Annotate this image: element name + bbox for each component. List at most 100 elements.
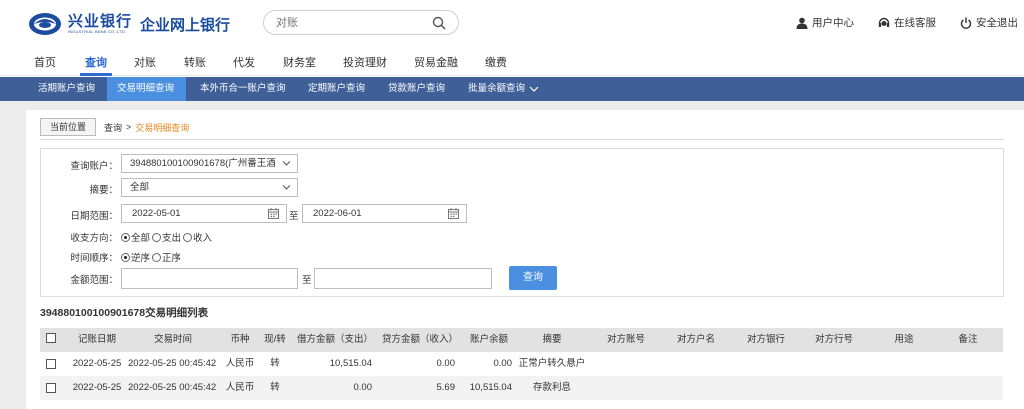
main-nav: 首页 查询 对账 转账 代发 财务室 投资理财 贸易金融 缴费 [0, 46, 1024, 76]
col-counter-bank-code: 对方行号 [814, 334, 853, 345]
col-cash-transfer: 现/转 [264, 334, 286, 345]
chevron-down-icon [529, 86, 539, 92]
cell-debit: 10,515.04 [329, 358, 372, 369]
cell-type: 转 [270, 382, 280, 393]
radio-button[interactable] [152, 252, 162, 262]
breadcrumb-divider [40, 139, 1004, 140]
cell-time: 2022-05-25 00:45:42 [128, 382, 217, 393]
calendar-icon[interactable] [268, 208, 279, 219]
date-from-value: 2022-05-01 [132, 208, 181, 219]
direction-option-expense[interactable]: 支出 [152, 230, 181, 244]
col-counter-name: 对方户名 [676, 334, 715, 345]
col-transaction-time: 交易时间 [153, 334, 192, 345]
nav-finance-office[interactable]: 财务室 [283, 54, 316, 70]
direction-option-all[interactable]: 全部 [121, 230, 150, 244]
breadcrumb: 当前位置 查询 > 交易明细查询 [40, 117, 189, 137]
cell-time: 2022-05-25 00:45:42 [128, 358, 217, 369]
direction-option-all-label: 全部 [131, 233, 151, 244]
order-option-asc[interactable]: 正序 [152, 250, 181, 264]
direction-option-income[interactable]: 收入 [183, 230, 212, 244]
cell-currency: 人民币 [225, 358, 255, 369]
amount-from-input[interactable] [121, 268, 298, 289]
nav-active-underline [80, 73, 112, 76]
logo-en-name: INDUSTRIAL BANK CO.,LTD. [68, 29, 127, 34]
table-title: 394880100100901678交易明细列表 [40, 307, 209, 319]
table-row[interactable]: 2022-05-25 2022-05-25 00:45:42 人民币 转 0.0… [40, 376, 1003, 400]
user-icon [796, 17, 808, 29]
amount-to-input[interactable] [314, 268, 492, 289]
logo-text: 兴业银行 INDUSTRIAL BANK CO.,LTD. [68, 14, 132, 34]
nav-home[interactable]: 首页 [34, 54, 56, 70]
chevron-down-icon [282, 185, 291, 190]
nav-reconcile[interactable]: 对账 [134, 54, 156, 70]
subnav-multi-currency[interactable]: 本外币合一账户查询 [190, 77, 296, 101]
cell-credit: 5.69 [436, 382, 456, 393]
breadcrumb-level2: 交易明细查询 [135, 122, 190, 133]
radio-button[interactable] [121, 232, 130, 242]
select-all-checkbox[interactable] [46, 333, 56, 343]
subnav-current-account[interactable]: 活期账户查询 [28, 77, 105, 101]
summary-value: 全部 [130, 182, 150, 193]
account-select[interactable]: 394880100100901678(广州番王酒 [121, 154, 298, 173]
query-button[interactable]: 查询 [509, 266, 557, 290]
direction-label: 收支方向： [70, 233, 118, 244]
summary-label: 摘要： [89, 185, 118, 196]
col-counter-bank: 对方银行 [746, 334, 785, 345]
cell-balance: 10,515.04 [469, 382, 512, 393]
cell-debit: 0.00 [353, 382, 373, 393]
portal-title: 企业网上银行 [140, 16, 231, 34]
summary-select[interactable]: 全部 [121, 178, 298, 197]
col-credit: 贷方金额（收入） [381, 334, 458, 345]
order-option-desc-label: 逆序 [131, 253, 151, 264]
breadcrumb-level1[interactable]: 查询 [104, 121, 122, 134]
nav-payment[interactable]: 缴费 [485, 54, 507, 70]
date-to-input[interactable]: 2022-06-01 [302, 204, 467, 223]
subnav-transaction-detail[interactable]: 交易明细查询 [107, 77, 186, 101]
cell-credit: 0.00 [436, 358, 456, 369]
radio-button[interactable] [183, 232, 193, 242]
calendar-icon[interactable] [448, 208, 459, 219]
table-row[interactable]: 2022-05-25 2022-05-25 00:45:42 人民币 转 10,… [40, 352, 1003, 376]
col-currency: 币种 [230, 334, 250, 345]
row-checkbox[interactable] [46, 359, 56, 369]
cell-summary: 存款利息 [532, 382, 571, 393]
nav-query[interactable]: 查询 [85, 54, 107, 70]
cell-summary: 正常户转久悬户 [518, 358, 586, 369]
order-option-desc[interactable]: 逆序 [121, 250, 150, 264]
nav-transfer[interactable]: 转账 [184, 54, 206, 70]
cell-currency: 人民币 [225, 382, 255, 393]
radio-button[interactable] [121, 252, 130, 262]
subnav-loan-account[interactable]: 贷款账户查询 [378, 77, 455, 101]
bank-logo[interactable]: 兴业银行 INDUSTRIAL BANK CO.,LTD. 企业网上银行 [28, 12, 230, 36]
direction-option-expense-label: 支出 [162, 233, 182, 244]
user-center-label: 用户中心 [812, 17, 854, 29]
account-value: 394880100100901678(广州番王酒 [130, 158, 276, 169]
logout-link[interactable]: 安全退出 [960, 15, 1018, 30]
row-checkbox[interactable] [46, 383, 56, 393]
search-icon[interactable] [432, 16, 446, 30]
radio-button[interactable] [152, 232, 162, 242]
online-service-link[interactable]: 在线客服 [878, 15, 936, 30]
direction-option-income-label: 收入 [193, 233, 213, 244]
search-input[interactable] [276, 15, 426, 31]
subnav-batch-balance[interactable]: 批量余额查询 [458, 77, 549, 101]
date-from-input[interactable]: 2022-05-01 [121, 204, 287, 223]
col-summary: 摘要 [542, 334, 562, 345]
amount-to-separator: 至 [302, 275, 312, 286]
time-order-radio-group: 逆序 正序 [121, 250, 183, 264]
bank-logo-icon [29, 13, 61, 35]
logout-label: 安全退出 [976, 17, 1018, 29]
nav-trade-finance[interactable]: 贸易金融 [414, 54, 458, 70]
search-box[interactable] [263, 10, 459, 35]
subnav-batch-balance-label: 批量余额查询 [468, 83, 526, 94]
user-center-link[interactable]: 用户中心 [796, 15, 854, 30]
logo-cn-name: 兴业银行 [68, 13, 133, 30]
date-to-separator: 至 [289, 211, 299, 222]
subnav-time-deposit[interactable]: 定期账户查询 [298, 77, 375, 101]
nav-payroll[interactable]: 代发 [233, 54, 255, 70]
col-remark: 备注 [958, 334, 978, 345]
col-purpose: 用途 [894, 334, 914, 345]
col-balance: 账户余额 [469, 334, 508, 345]
time-order-label: 时间顺序： [70, 253, 118, 264]
nav-investment[interactable]: 投资理财 [343, 54, 387, 70]
